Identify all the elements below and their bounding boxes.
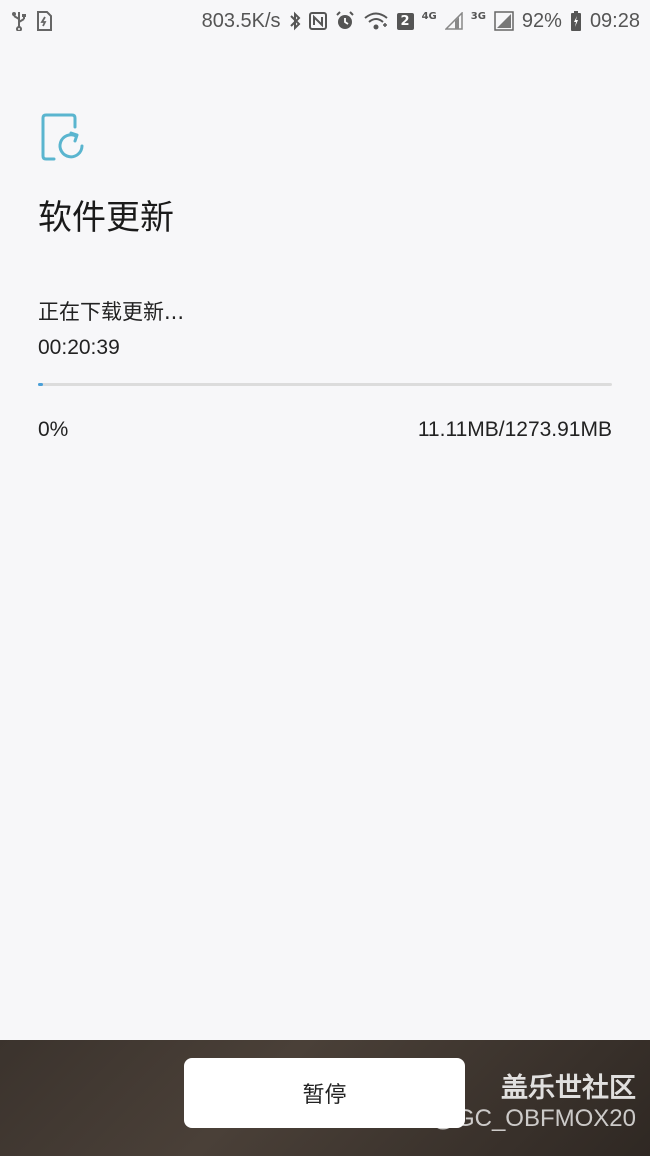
alarm-icon <box>335 11 355 31</box>
sd-card-icon <box>36 11 52 31</box>
bluetooth-icon <box>289 11 301 31</box>
signal-icon <box>494 11 514 31</box>
progress-fill <box>38 383 43 386</box>
signal-icon <box>444 12 463 30</box>
network-4g-label: 4G <box>421 10 437 22</box>
nfc-icon <box>308 12 327 30</box>
clock: 09:28 <box>589 9 640 32</box>
watermark-title: 盖乐世社区 <box>501 1073 636 1104</box>
download-status: 正在下载更新... <box>38 300 185 324</box>
pause-button[interactable]: 暂停 <box>184 1058 465 1128</box>
progress-percent: 0% <box>38 418 69 441</box>
usb-icon <box>10 11 28 31</box>
network-3g-label: 3G <box>470 10 486 22</box>
net-speed: 803.5K/s <box>201 9 281 32</box>
status-bar: 803.5K/s 2 4G 3G 92% 09:28 <box>0 0 650 42</box>
status-bar-right: 803.5K/s 2 4G 3G 92% 09:28 <box>202 10 640 33</box>
status-bar-left <box>10 11 52 31</box>
page-title: 软件更新 <box>38 198 174 238</box>
wifi-icon <box>363 11 389 31</box>
battery-charging-icon <box>570 10 582 32</box>
download-size: 11.11MB/1273.91MB <box>417 418 612 441</box>
battery-percent: 92% <box>521 9 562 32</box>
sim-badge: 2 <box>396 12 414 30</box>
watermark-user: @GC_OBFMOX20 <box>431 1105 636 1132</box>
software-update-icon <box>40 113 86 163</box>
elapsed-time: 00:20:39 <box>38 336 120 359</box>
download-progress-bar <box>38 383 612 386</box>
